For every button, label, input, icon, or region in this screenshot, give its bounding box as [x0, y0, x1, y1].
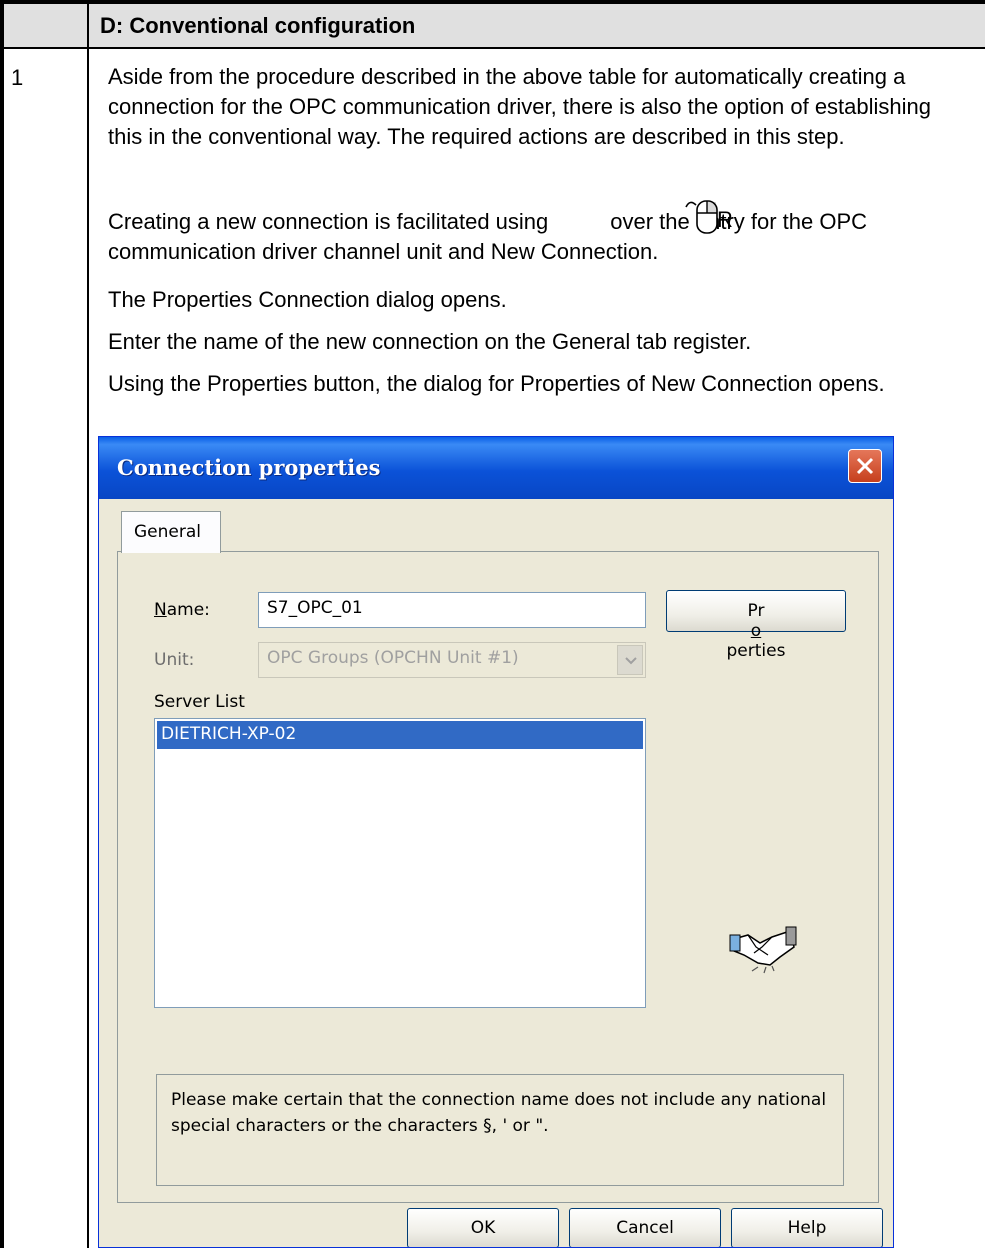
unit-label: Unit:	[154, 650, 195, 670]
handshake-icon	[729, 926, 797, 974]
paragraph-dialog-opens: The Properties Connection dialog opens.	[108, 287, 507, 312]
tab-general-label: General	[134, 522, 201, 542]
table-column-divider	[87, 0, 89, 1248]
paragraph-create-connection: Creating a new connection is facilitated…	[108, 207, 968, 267]
tab-general[interactable]: General	[121, 511, 221, 553]
close-icon	[856, 457, 874, 475]
table-header-divider	[0, 47, 985, 49]
unit-dropdown-button	[617, 645, 643, 675]
table-border-top	[0, 0, 985, 4]
connection-name-note: Please make certain that the connection …	[171, 1090, 827, 1136]
close-button[interactable]	[848, 449, 882, 483]
help-button-label: Help	[787, 1218, 827, 1238]
server-list-label: Server List	[154, 692, 245, 712]
dialog-content: Name: S7_OPC_01 Pr o perties Unit: OPC Gro…	[99, 499, 893, 1247]
help-button[interactable]: Help	[731, 1208, 883, 1247]
table-border-left	[0, 0, 4, 1248]
unit-combobox: OPC Groups (OPCHN Unit #1)	[258, 642, 646, 678]
cancel-button-label: Cancel	[616, 1218, 674, 1238]
tab-panel-general: Name: S7_OPC_01 Pr o perties Unit: OPC Gro…	[117, 551, 879, 1203]
paragraph-enter-name: Enter the name of the new connection on …	[108, 329, 752, 354]
paragraph-properties-button: Using the Properties button, the dialog …	[108, 371, 885, 396]
note-groupbox: Please make certain that the connection …	[156, 1074, 844, 1186]
ok-button[interactable]: OK	[407, 1208, 559, 1247]
paragraph-intro: Aside from the procedure described in th…	[108, 64, 932, 149]
list-item[interactable]: DIETRICH-XP-02	[157, 721, 643, 749]
step-number: 1	[11, 65, 24, 90]
server-listbox[interactable]: DIETRICH-XP-02	[154, 718, 646, 1008]
table-header-title: D: Conventional configuration	[100, 13, 416, 38]
ok-button-label: OK	[470, 1218, 496, 1238]
name-field[interactable]: S7_OPC_01	[258, 592, 646, 628]
right-click-label: R	[717, 207, 733, 232]
dialog-title: Connection properties	[117, 455, 381, 480]
properties-button[interactable]: Pr o perties	[666, 590, 846, 661]
unit-value: OPC Groups (OPCHN Unit #1)	[267, 648, 519, 668]
chevron-down-icon	[625, 657, 637, 665]
connection-properties-dialog: Connection properties Name: S7_OPC_01 Pr…	[98, 436, 894, 1248]
dialog-titlebar[interactable]: Connection properties	[99, 437, 893, 499]
cancel-button[interactable]: Cancel	[569, 1208, 721, 1247]
name-label: Name:	[154, 600, 210, 620]
paragraph-text-before-icon: Creating a new connection is facilitated…	[108, 209, 549, 234]
